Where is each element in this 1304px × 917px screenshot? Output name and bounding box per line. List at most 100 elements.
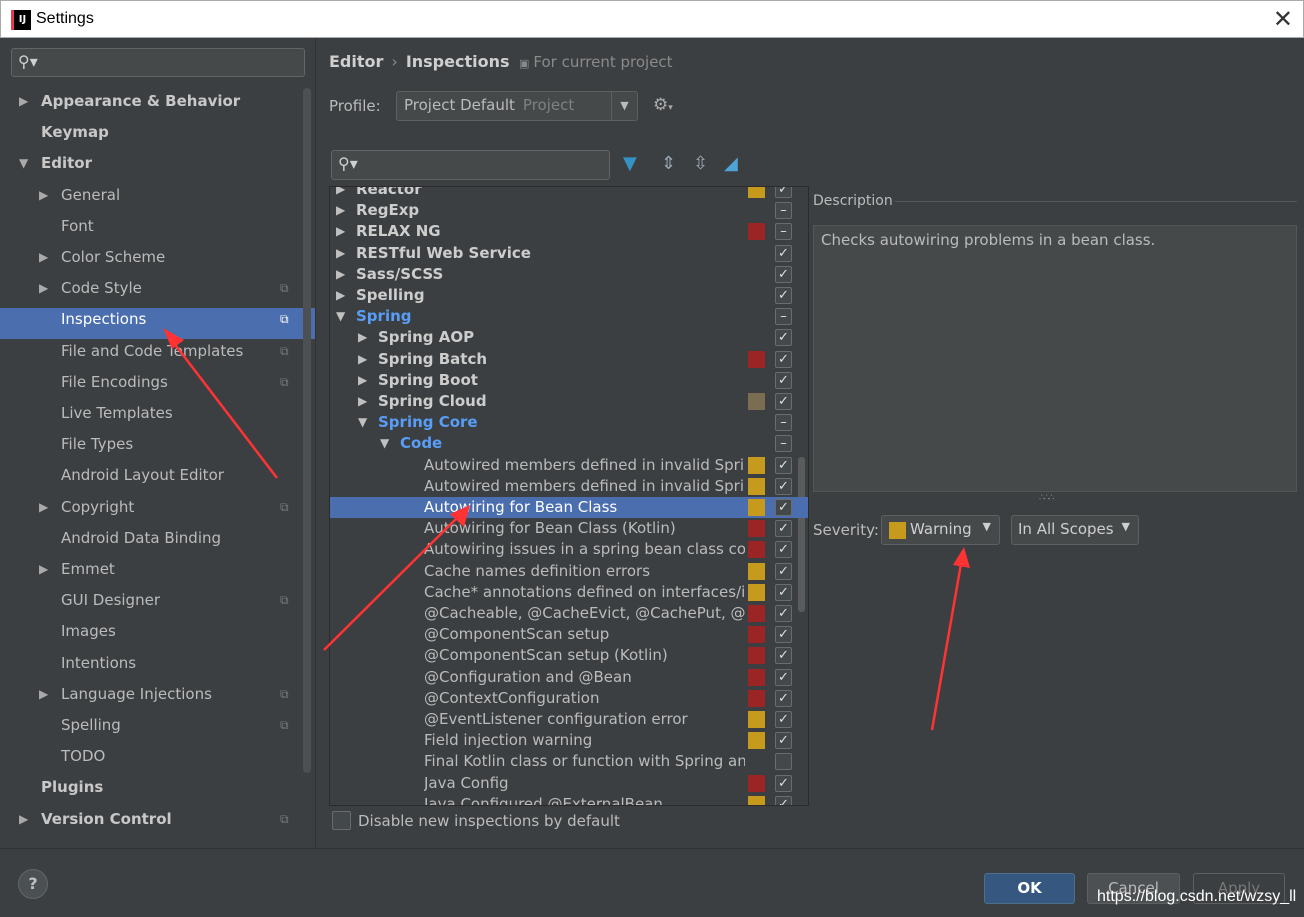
tree-row[interactable]: ▶ Spring AOP ✓ — [330, 327, 808, 348]
expanded-arrow-icon[interactable]: ▼ — [19, 148, 28, 179]
tree-row[interactable]: ▼ Spring – — [330, 306, 808, 327]
sidebar-item-intentions[interactable]: Intentions — [0, 648, 315, 679]
tree-row[interactable]: ▶ Spring Boot ✓ — [330, 370, 808, 391]
inspection-enabled-checkbox[interactable]: ✓ — [775, 266, 792, 283]
inspection-enabled-checkbox[interactable]: ✓ — [775, 626, 792, 643]
collapsed-arrow-icon[interactable]: ▶ — [39, 554, 48, 585]
inspection-enabled-checkbox[interactable]: ✓ — [775, 329, 792, 346]
sidebar-item-android-data-binding[interactable]: Android Data Binding — [0, 523, 315, 554]
inspection-enabled-checkbox[interactable]: ✓ — [775, 478, 792, 495]
inspection-enabled-checkbox[interactable]: ✓ — [775, 393, 792, 410]
collapsed-arrow-icon[interactable]: ▶ — [336, 187, 345, 200]
sidebar-item-appearance-behavior[interactable]: ▶ Appearance & Behavior — [0, 86, 315, 117]
tree-row[interactable]: Final Kotlin class or function with Spri… — [330, 751, 808, 772]
collapse-all-icon[interactable]: ⇳ — [693, 154, 708, 174]
collapsed-arrow-icon[interactable]: ▶ — [358, 370, 367, 391]
sidebar-scrollbar[interactable] — [303, 88, 311, 773]
filter-icon[interactable]: ▼ — [623, 154, 637, 174]
sidebar-item-language-injections[interactable]: ▶ Language Injections ⧉ — [0, 679, 315, 710]
tree-row[interactable]: Field injection warning ✓ — [330, 730, 808, 751]
inspection-enabled-checkbox[interactable]: ✓ — [775, 584, 792, 601]
collapsed-arrow-icon[interactable]: ▶ — [39, 242, 48, 273]
tree-row[interactable]: ▶ Spring Batch ✓ — [330, 349, 808, 370]
collapsed-arrow-icon[interactable]: ▶ — [19, 86, 28, 117]
inspection-enabled-checkbox[interactable]: ✓ — [775, 187, 792, 198]
disable-new-inspections-checkbox[interactable] — [332, 811, 351, 830]
inspection-enabled-checkbox[interactable]: ✓ — [775, 775, 792, 792]
tree-row[interactable]: Autowired members defined in invalid Spr… — [330, 476, 808, 497]
sidebar-search-input[interactable]: ⚲▾ — [11, 48, 305, 77]
tree-row[interactable]: ▶ Spelling ✓ — [330, 285, 808, 306]
inspection-enabled-checkbox[interactable]: ✓ — [775, 372, 792, 389]
inspection-enabled-checkbox[interactable]: – — [775, 308, 792, 325]
expanded-arrow-icon[interactable]: ▼ — [336, 306, 345, 327]
sidebar-item-android-layout-editor[interactable]: Android Layout Editor — [0, 460, 315, 491]
ok-button[interactable]: OK — [984, 873, 1075, 904]
collapsed-arrow-icon[interactable]: ▶ — [39, 679, 48, 710]
collapsed-arrow-icon[interactable]: ▶ — [358, 349, 367, 370]
sidebar-item-plugins[interactable]: Plugins — [0, 772, 315, 803]
tree-row[interactable]: Autowired members defined in invalid Spr… — [330, 455, 808, 476]
sidebar-item-keymap[interactable]: Keymap — [0, 117, 315, 148]
collapsed-arrow-icon[interactable]: ▶ — [39, 180, 48, 211]
collapsed-arrow-icon[interactable]: ▶ — [336, 264, 345, 285]
severity-dropdown[interactable]: Warning ▼ — [881, 515, 1000, 545]
collapsed-arrow-icon[interactable]: ▶ — [39, 492, 48, 523]
sidebar-item-font[interactable]: Font — [0, 211, 315, 242]
sidebar-item-file-types[interactable]: File Types — [0, 429, 315, 460]
close-icon[interactable]: ✕ — [1273, 5, 1293, 33]
inspection-enabled-checkbox[interactable]: ✓ — [775, 647, 792, 664]
inspection-search-input[interactable]: ⚲▾ — [331, 150, 610, 180]
sidebar-item-todo[interactable]: TODO — [0, 741, 315, 772]
tree-row[interactable]: ▶ Spring Cloud ✓ — [330, 391, 808, 412]
collapsed-arrow-icon[interactable]: ▶ — [358, 391, 367, 412]
inspection-enabled-checkbox[interactable]: – — [775, 435, 792, 452]
tree-row[interactable]: Java Configured @ExternalBean ✓ — [330, 794, 808, 805]
tree-row[interactable]: Autowiring for Bean Class (Kotlin) ✓ — [330, 518, 808, 539]
sidebar-item-general[interactable]: ▶ General — [0, 180, 315, 211]
sidebar-item-color-scheme[interactable]: ▶ Color Scheme — [0, 242, 315, 273]
collapsed-arrow-icon[interactable]: ▶ — [39, 273, 48, 304]
tree-row[interactable]: ▶ RESTful Web Service ✓ — [330, 243, 808, 264]
inspection-enabled-checkbox[interactable]: ✓ — [775, 287, 792, 304]
inspection-enabled-checkbox[interactable]: ✓ — [775, 711, 792, 728]
inspection-enabled-checkbox[interactable] — [775, 753, 792, 770]
inspection-enabled-checkbox[interactable]: ✓ — [775, 245, 792, 262]
inspection-enabled-checkbox[interactable]: ✓ — [775, 351, 792, 368]
tree-row[interactable]: ▶ RELAX NG – — [330, 221, 808, 242]
inspection-enabled-checkbox[interactable]: – — [775, 414, 792, 431]
inspection-enabled-checkbox[interactable]: ✓ — [775, 732, 792, 749]
inspection-enabled-checkbox[interactable]: ✓ — [775, 796, 792, 805]
sidebar-item-inspections[interactable]: Inspections ⧉ — [0, 304, 315, 335]
inspection-enabled-checkbox[interactable]: ✓ — [775, 669, 792, 686]
sidebar-item-live-templates[interactable]: Live Templates — [0, 398, 315, 429]
inspection-enabled-checkbox[interactable]: ✓ — [775, 457, 792, 474]
splitter-handle[interactable]: ∴∴∴ — [1039, 493, 1054, 503]
tree-row[interactable]: ▶ RegExp – — [330, 200, 808, 221]
collapsed-arrow-icon[interactable]: ▶ — [19, 804, 28, 835]
scope-dropdown[interactable]: In All Scopes ▼ — [1011, 515, 1139, 545]
tree-row[interactable]: Cache names definition errors ✓ — [330, 561, 808, 582]
inspection-enabled-checkbox[interactable]: ✓ — [775, 520, 792, 537]
tree-row[interactable]: @ContextConfiguration ✓ — [330, 688, 808, 709]
profile-dropdown[interactable]: Project Default Project ▼ — [396, 91, 638, 121]
tree-row[interactable]: ▶ Reactor ✓ — [330, 187, 808, 200]
collapsed-arrow-icon[interactable]: ▶ — [336, 200, 345, 221]
tree-row[interactable]: @ComponentScan setup (Kotlin) ✓ — [330, 645, 808, 666]
tree-row[interactable]: ▼ Spring Core – — [330, 412, 808, 433]
tree-row[interactable]: ▶ Sass/SCSS ✓ — [330, 264, 808, 285]
inspection-enabled-checkbox[interactable]: – — [775, 223, 792, 240]
tree-row[interactable]: Autowiring for Bean Class ✓ — [330, 497, 808, 518]
expand-all-icon[interactable]: ⇕ — [661, 154, 676, 174]
collapsed-arrow-icon[interactable]: ▶ — [336, 243, 345, 264]
sidebar-item-images[interactable]: Images — [0, 616, 315, 647]
expanded-arrow-icon[interactable]: ▼ — [380, 433, 389, 454]
tree-row[interactable]: Autowiring issues in a spring bean class… — [330, 539, 808, 560]
inspection-enabled-checkbox[interactable]: ✓ — [775, 563, 792, 580]
sidebar-item-file-and-code-templates[interactable]: File and Code Templates ⧉ — [0, 336, 315, 367]
sidebar-item-version-control[interactable]: ▶ Version Control ⧉ — [0, 804, 315, 835]
tree-row[interactable]: Java Config ✓ — [330, 773, 808, 794]
sidebar-item-code-style[interactable]: ▶ Code Style ⧉ — [0, 273, 315, 304]
tree-row[interactable]: ▼ Code – — [330, 433, 808, 454]
tree-row[interactable]: @EventListener configuration error ✓ — [330, 709, 808, 730]
